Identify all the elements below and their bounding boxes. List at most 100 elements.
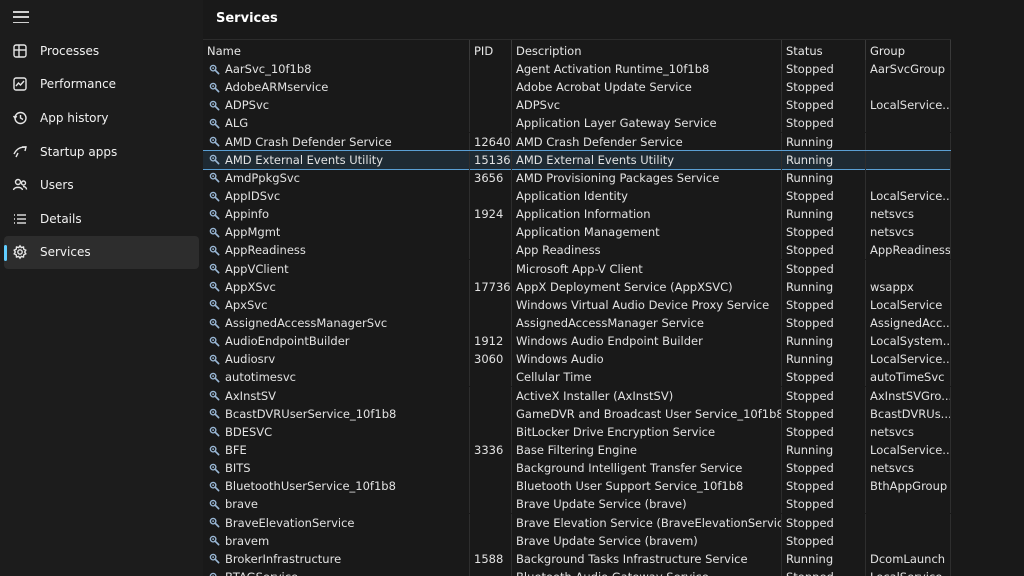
service-status: Stopped bbox=[782, 78, 866, 97]
service-gear-icon bbox=[209, 463, 220, 474]
service-name-cell: brave bbox=[203, 495, 470, 514]
table-row[interactable]: AppIDSvc Application Identity Stopped Lo… bbox=[203, 187, 951, 206]
service-status: Stopped bbox=[782, 568, 866, 576]
menu-icon[interactable] bbox=[12, 9, 30, 25]
service-name: bravem bbox=[225, 533, 270, 548]
service-name: AssignedAccessManagerSvc bbox=[225, 316, 388, 331]
table-row[interactable]: bravem Brave Update Service (bravem) Sto… bbox=[203, 531, 951, 550]
service-name: AppVClient bbox=[225, 261, 289, 276]
sidebar-item-users[interactable]: Users bbox=[4, 168, 199, 202]
service-name: BluetoothUserService_10f1b8 bbox=[225, 479, 396, 494]
service-description: AppX Deployment Service (AppXSVC) bbox=[512, 277, 782, 296]
column-header-pid[interactable]: PID bbox=[470, 40, 512, 61]
service-group: LocalService... bbox=[866, 187, 951, 206]
service-description: AMD Provisioning Packages Service bbox=[512, 168, 782, 187]
service-status: Running bbox=[782, 332, 866, 351]
table-row[interactable]: AppVClient Microsoft App-V Client Stoppe… bbox=[203, 259, 951, 278]
service-description: Application Management bbox=[512, 223, 782, 242]
service-group: AarSvcGroup bbox=[866, 60, 951, 79]
service-status: Running bbox=[782, 205, 866, 224]
table-row[interactable]: BraveElevationService Brave Elevation Se… bbox=[203, 513, 951, 532]
service-gear-icon bbox=[209, 517, 220, 528]
service-name-cell: BluetoothUserService_10f1b8 bbox=[203, 477, 470, 496]
service-group: LocalService... bbox=[866, 350, 951, 369]
table-row[interactable]: AudioEndpointBuilder 1912 Windows Audio … bbox=[203, 332, 951, 351]
table-row[interactable]: Appinfo 1924 Application Information Run… bbox=[203, 205, 951, 224]
table-row-selected[interactable]: AMD External Events Utility 15136 AMD Ex… bbox=[203, 149, 951, 170]
service-pid: 3060 bbox=[470, 350, 512, 369]
service-name-cell: AppXSvc bbox=[203, 277, 470, 296]
service-status: Stopped bbox=[782, 422, 866, 441]
sidebar-item-processes[interactable]: Processes bbox=[4, 34, 199, 68]
table-row[interactable]: BluetoothUserService_10f1b8 Bluetooth Us… bbox=[203, 477, 951, 496]
service-description: Agent Activation Runtime_10f1b8 bbox=[512, 60, 782, 79]
table-row[interactable]: AppXSvc 17736 AppX Deployment Service (A… bbox=[203, 277, 951, 296]
table-row[interactable]: AxInstSV ActiveX Installer (AxInstSV) St… bbox=[203, 386, 951, 405]
service-gear-icon bbox=[209, 64, 220, 75]
column-header-label: PID bbox=[474, 43, 494, 58]
table-body: AarSvc_10f1b8 Agent Activation Runtime_1… bbox=[203, 60, 951, 576]
table-row[interactable]: ADPSvc ADPSvc Stopped LocalService... bbox=[203, 96, 951, 115]
service-group: BthAppGroup bbox=[866, 477, 951, 496]
service-status: Running bbox=[782, 132, 866, 151]
table-row[interactable]: AmdPpkgSvc 3656 AMD Provisioning Package… bbox=[203, 168, 951, 187]
service-gear-icon bbox=[209, 281, 220, 292]
table-row[interactable]: AppReadiness App Readiness Stopped AppRe… bbox=[203, 241, 951, 260]
sidebar-item-app-history[interactable]: App history bbox=[4, 101, 199, 135]
service-pid: 15136 bbox=[470, 150, 512, 169]
table-row[interactable]: BFE 3336 Base Filtering Engine Running L… bbox=[203, 441, 951, 460]
table-row[interactable]: brave Brave Update Service (brave) Stopp… bbox=[203, 495, 951, 514]
column-header-description[interactable]: Description bbox=[512, 40, 782, 61]
service-name-cell: bravem bbox=[203, 531, 470, 550]
table-row[interactable]: BrokerInfrastructure 1588 Background Tas… bbox=[203, 549, 951, 568]
table-row[interactable]: BcastDVRUserService_10f1b8 GameDVR and B… bbox=[203, 404, 951, 423]
table-row[interactable]: AarSvc_10f1b8 Agent Activation Runtime_1… bbox=[203, 60, 951, 79]
table-row[interactable]: AdobeARMservice Adobe Acrobat Update Ser… bbox=[203, 78, 951, 97]
details-icon bbox=[12, 211, 28, 227]
sidebar-item-services[interactable]: Services bbox=[4, 235, 199, 270]
service-name: AMD Crash Defender Service bbox=[225, 134, 392, 149]
service-name-cell: ADPSvc bbox=[203, 96, 470, 115]
sidebar-item-details[interactable]: Details bbox=[4, 202, 199, 236]
sidebar-item-startup-apps[interactable]: Startup apps bbox=[4, 135, 199, 169]
service-name: brave bbox=[225, 497, 258, 512]
service-description: AssignedAccessManager Service bbox=[512, 314, 782, 333]
column-header-label: Status bbox=[786, 43, 823, 58]
service-description: AMD External Events Utility bbox=[512, 150, 782, 169]
service-gear-icon bbox=[209, 408, 220, 419]
service-status: Stopped bbox=[782, 404, 866, 423]
sidebar-item-performance[interactable]: Performance bbox=[4, 68, 199, 102]
page-title: Services bbox=[216, 11, 278, 26]
table-row[interactable]: AppMgmt Application Management Stopped n… bbox=[203, 223, 951, 242]
table-row[interactable]: AssignedAccessManagerSvc AssignedAccessM… bbox=[203, 314, 951, 333]
table-row[interactable]: ApxSvc Windows Virtual Audio Device Prox… bbox=[203, 295, 951, 314]
table-row[interactable]: ALG Application Layer Gateway Service St… bbox=[203, 114, 951, 133]
table-row[interactable]: BDESVC BitLocker Drive Encryption Servic… bbox=[203, 422, 951, 441]
column-header-name[interactable]: Name ˄ bbox=[203, 39, 470, 61]
service-name: AppIDSvc bbox=[225, 189, 281, 204]
service-description: ActiveX Installer (AxInstSV) bbox=[512, 386, 782, 405]
service-status: Stopped bbox=[782, 477, 866, 496]
table-row[interactable]: BITS Background Intelligent Transfer Ser… bbox=[203, 459, 951, 478]
table-row[interactable]: Audiosrv 3060 Windows Audio Running Loca… bbox=[203, 350, 951, 369]
table-row[interactable]: autotimesvc Cellular Time Stopped autoTi… bbox=[203, 368, 951, 387]
service-group: AssignedAcc... bbox=[866, 314, 951, 333]
service-status: Stopped bbox=[782, 531, 866, 550]
service-group: LocalSystem... bbox=[866, 332, 951, 351]
table-row[interactable]: AMD Crash Defender Service 12640 AMD Cra… bbox=[203, 132, 951, 151]
service-name-cell: Audiosrv bbox=[203, 350, 470, 369]
service-pid bbox=[470, 241, 512, 260]
table-row[interactable]: BTAGService Bluetooth Audio Gateway Serv… bbox=[203, 568, 951, 576]
service-name: BFE bbox=[225, 443, 247, 458]
column-header-status[interactable]: Status bbox=[782, 40, 866, 61]
app-history-icon bbox=[12, 110, 28, 126]
service-gear-icon bbox=[209, 172, 220, 183]
service-pid: 3336 bbox=[470, 441, 512, 460]
column-header-group[interactable]: Group bbox=[866, 40, 951, 61]
service-name-cell: ApxSvc bbox=[203, 295, 470, 314]
service-name-cell: BraveElevationService bbox=[203, 513, 470, 532]
service-pid bbox=[470, 531, 512, 550]
sidebar-item-label: Details bbox=[40, 211, 82, 226]
service-name-cell: BITS bbox=[203, 459, 470, 478]
service-gear-icon bbox=[209, 82, 220, 93]
